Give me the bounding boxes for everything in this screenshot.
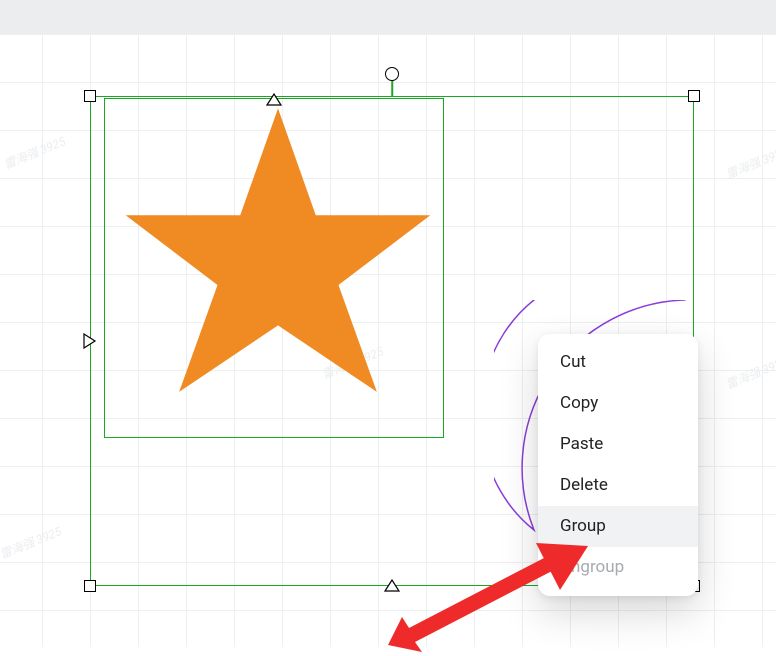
watermark: 雷海强 3925 (1, 132, 68, 172)
resize-handle-bottom-left[interactable] (84, 580, 96, 592)
toolbar (0, 0, 776, 34)
watermark: 雷海强 3925 (723, 142, 776, 182)
resize-handle-top-left[interactable] (84, 90, 96, 102)
watermark: 雷海强 3925 (723, 352, 776, 392)
canvas[interactable]: 雷海强 3925 雷海强 3925 雷海强 3925 雷海强 3925 雷海强 … (0, 34, 776, 647)
context-menu-item-paste[interactable]: Paste (538, 424, 698, 465)
edge-handle-top[interactable] (266, 92, 282, 106)
context-menu-item-delete[interactable]: Delete (538, 465, 698, 506)
selection-inner (104, 98, 444, 438)
context-menu-item-copy[interactable]: Copy (538, 383, 698, 424)
watermark: 雷海强 3925 (0, 522, 64, 562)
annotation-arrow (388, 532, 588, 656)
resize-handle-top-right[interactable] (688, 90, 700, 102)
context-menu-item-cut[interactable]: Cut (538, 342, 698, 383)
rotation-handle[interactable] (385, 67, 399, 81)
edge-handle-left[interactable] (83, 333, 97, 349)
